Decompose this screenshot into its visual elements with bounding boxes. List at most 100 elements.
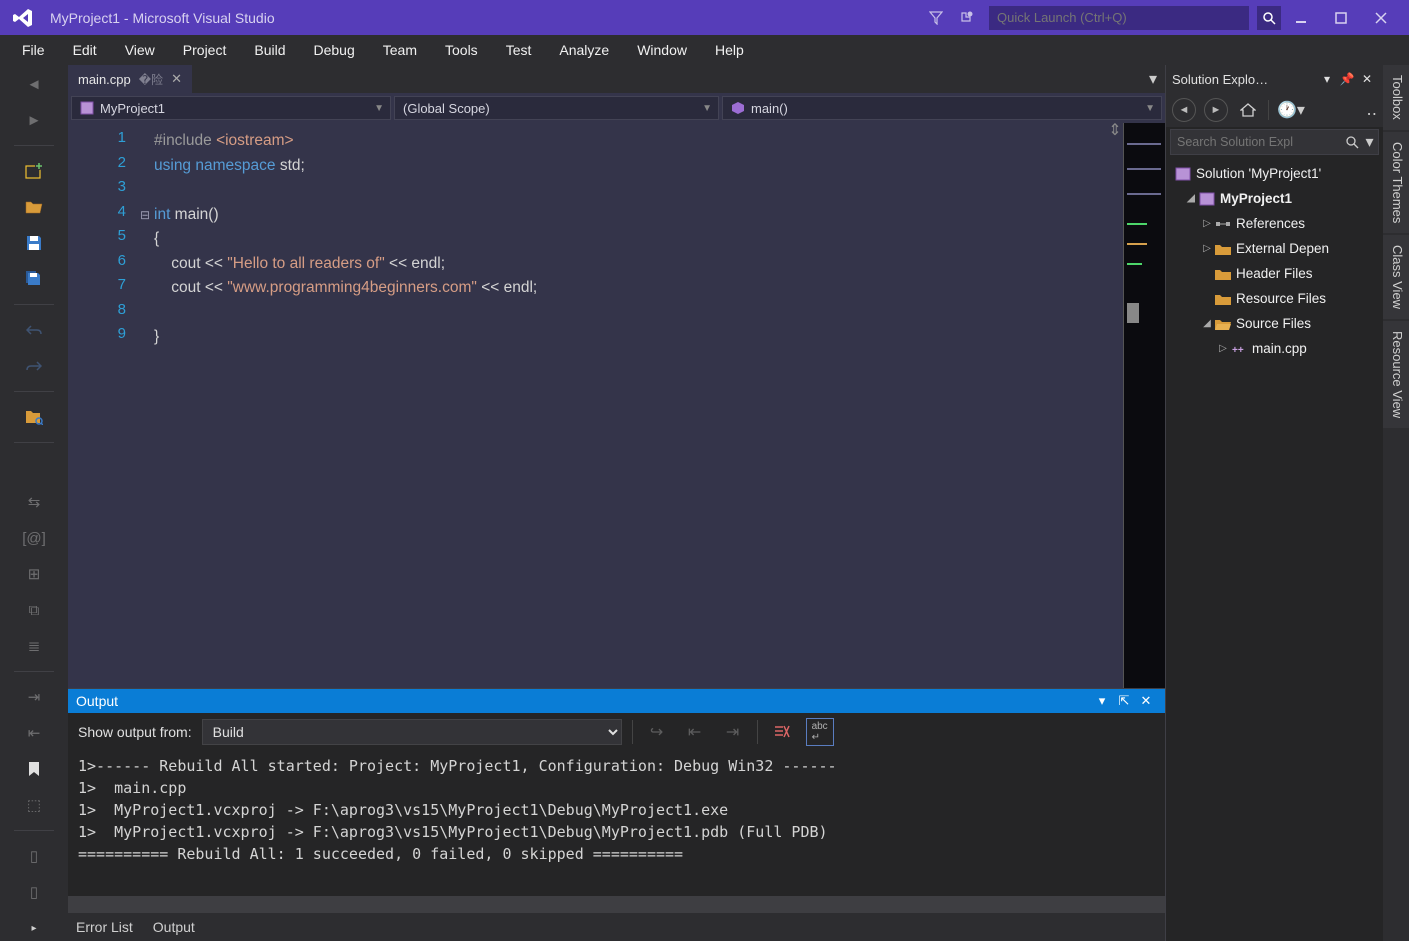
toolbox-icon-8[interactable]: ⬚ (20, 792, 48, 818)
clear-all-icon[interactable] (768, 718, 796, 746)
menu-help[interactable]: Help (701, 38, 758, 62)
pin-icon[interactable]: 📌 (1337, 72, 1357, 86)
menu-project[interactable]: Project (169, 38, 241, 62)
search-icon[interactable] (1344, 136, 1361, 149)
pin-icon[interactable]: �险 (139, 71, 163, 88)
tab-color-themes[interactable]: Color Themes (1383, 132, 1409, 233)
next-message-icon[interactable]: ⇥ (719, 718, 747, 746)
close-tab-icon[interactable]: ✕ (171, 71, 182, 87)
goto-message-icon[interactable]: ↪ (643, 718, 671, 746)
tab-main-cpp[interactable]: main.cpp �险 ✕ (68, 65, 192, 93)
expand-icon[interactable]: ◢ (1200, 318, 1214, 329)
pin-icon[interactable]: ⇱ (1113, 693, 1135, 709)
tab-output[interactable]: Output (151, 915, 197, 939)
output-panel-title-bar[interactable]: Output ▾ ⇱ ✕ (68, 689, 1165, 713)
open-file-icon[interactable] (20, 194, 48, 220)
more-icon[interactable]: ‥ (1366, 100, 1377, 120)
toolbox-icon-5[interactable]: ≣ (20, 633, 48, 659)
toolbox-icon-7[interactable]: ⇤ (20, 720, 48, 746)
overview-ruler[interactable] (1123, 123, 1165, 688)
code-editor[interactable]: 123456789 ⊟ #include <iostream>using nam… (68, 123, 1165, 688)
filter-icon[interactable] (921, 3, 951, 33)
expand-toolbar-icon[interactable]: ▸ (20, 915, 48, 941)
find-in-files-icon[interactable] (20, 404, 48, 430)
menu-tools[interactable]: Tools (431, 38, 492, 62)
tab-toolbox[interactable]: Toolbox (1383, 65, 1409, 130)
expand-icon[interactable]: ▷ (1200, 218, 1214, 229)
expand-icon[interactable]: ◢ (1184, 193, 1198, 204)
toolbox-icon-10[interactable]: ▯ (20, 879, 48, 905)
external-dependencies-node[interactable]: ▷ External Depen (1168, 236, 1381, 261)
references-node[interactable]: ▷ References (1168, 211, 1381, 236)
tab-error-list[interactable]: Error List (74, 915, 135, 939)
tab-overflow-button[interactable]: ▾ (1141, 65, 1165, 93)
save-all-icon[interactable] (20, 266, 48, 292)
menu-build[interactable]: Build (240, 38, 299, 62)
split-handle-icon[interactable]: ⇕ (1107, 123, 1123, 137)
solution-explorer-panel: Solution Explo… ▾ 📌 ✕ ◄ ► 🕐▾ ‥ ▾ Solutio… (1165, 65, 1383, 941)
nav-forward-icon[interactable]: ► (20, 107, 48, 133)
toolbox-icon-1[interactable]: ⇆ (20, 489, 48, 515)
menu-edit[interactable]: Edit (59, 38, 111, 62)
close-panel-icon[interactable]: ✕ (1135, 693, 1157, 709)
header-files-node[interactable]: Header Files (1168, 261, 1381, 286)
close-panel-icon[interactable]: ✕ (1357, 72, 1377, 86)
solution-explorer-title-bar[interactable]: Solution Explo… ▾ 📌 ✕ (1166, 65, 1383, 93)
menu-file[interactable]: File (8, 38, 59, 62)
source-files-node[interactable]: ◢ Source Files (1168, 311, 1381, 336)
back-button[interactable]: ◄ (1172, 98, 1196, 122)
history-icon[interactable]: 🕐▾ (1277, 100, 1305, 120)
resource-files-node[interactable]: Resource Files (1168, 286, 1381, 311)
notifications-icon[interactable] (951, 3, 981, 33)
minimize-button[interactable] (1281, 0, 1321, 35)
bottom-tab-bar: Error List Output (68, 913, 1165, 941)
quick-launch-search-button[interactable] (1257, 6, 1281, 30)
undo-icon[interactable] (20, 317, 48, 343)
menu-test[interactable]: Test (492, 38, 546, 62)
code-text-area[interactable]: #include <iostream>using namespace std; … (154, 123, 1107, 688)
project-dropdown[interactable]: MyProject1 ▼ (71, 96, 391, 120)
prev-message-icon[interactable]: ⇤ (681, 718, 709, 746)
solution-search-input[interactable] (1171, 135, 1344, 149)
maximize-button[interactable] (1321, 0, 1361, 35)
toolbox-icon-2[interactable]: [@] (20, 525, 48, 551)
redo-icon[interactable] (20, 353, 48, 379)
toolbox-icon-6[interactable]: ⇥ (20, 684, 48, 710)
expand-icon[interactable]: ▷ (1200, 243, 1214, 254)
separator (14, 391, 54, 392)
main-cpp-node[interactable]: ▷ ++ main.cpp (1168, 336, 1381, 361)
window-position-icon[interactable]: ▾ (1091, 693, 1113, 709)
toolbox-icon-9[interactable]: ▯ (20, 843, 48, 869)
close-button[interactable] (1361, 0, 1401, 35)
quick-launch-input[interactable] (989, 6, 1249, 30)
project-node[interactable]: ◢ MyProject1 (1168, 186, 1381, 211)
output-horizontal-scrollbar[interactable] (68, 896, 1165, 913)
nav-back-icon[interactable]: ◄ (20, 71, 48, 97)
function-dropdown-label: main() (751, 101, 788, 116)
save-icon[interactable] (20, 230, 48, 256)
new-project-icon[interactable] (20, 158, 48, 184)
fold-gutter[interactable]: ⊟ (136, 123, 154, 688)
output-text-area[interactable]: 1>------ Rebuild All started: Project: M… (68, 751, 1165, 896)
word-wrap-icon[interactable]: abc↵ (806, 718, 834, 746)
tab-class-view[interactable]: Class View (1383, 235, 1409, 319)
forward-button[interactable]: ► (1204, 98, 1228, 122)
show-output-from-select[interactable]: Build (202, 719, 622, 745)
bookmark-icon[interactable] (20, 756, 48, 782)
scope-dropdown[interactable]: (Global Scope) ▼ (394, 96, 719, 120)
tab-resource-view[interactable]: Resource View (1383, 321, 1409, 428)
folder-icon (1214, 266, 1232, 282)
menu-team[interactable]: Team (369, 38, 431, 62)
solution-node[interactable]: Solution 'MyProject1' (1168, 161, 1381, 186)
menu-window[interactable]: Window (623, 38, 701, 62)
expand-icon[interactable]: ▷ (1216, 343, 1230, 354)
menu-debug[interactable]: Debug (300, 38, 369, 62)
toolbox-icon-3[interactable]: ⊞ (20, 561, 48, 587)
menu-analyze[interactable]: Analyze (545, 38, 623, 62)
window-position-icon[interactable]: ▾ (1317, 72, 1337, 86)
function-dropdown[interactable]: main() ▼ (722, 96, 1162, 120)
toolbox-icon-4[interactable]: ⧉ (20, 597, 48, 623)
search-options-icon[interactable]: ▾ (1361, 132, 1378, 152)
home-icon[interactable] (1236, 98, 1260, 122)
menu-view[interactable]: View (111, 38, 169, 62)
